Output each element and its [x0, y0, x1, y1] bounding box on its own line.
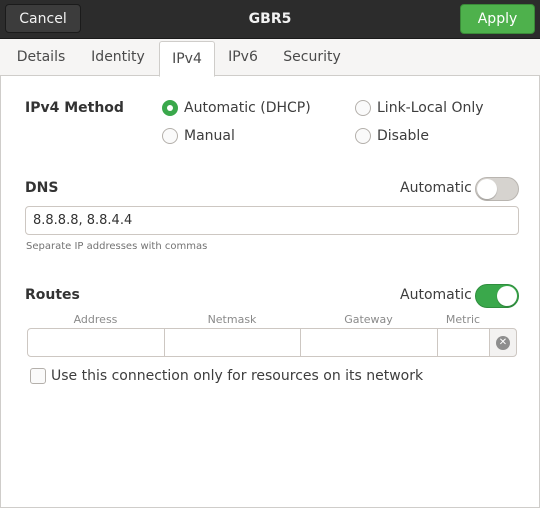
dns-automatic-label: Automatic [400, 180, 472, 196]
tab-bar: Details Identity IPv4 IPv6 Security [0, 39, 540, 77]
route-delete-button[interactable]: ✕ [489, 328, 517, 357]
routes-automatic-switch[interactable] [475, 284, 519, 308]
radio-disable[interactable]: Disable [355, 128, 429, 144]
tab-security[interactable]: Security [276, 39, 348, 75]
tab-ipv6[interactable]: IPv6 [220, 39, 266, 75]
dns-hint: Separate IP addresses with commas [26, 241, 208, 252]
column-header-metric: Metric [445, 313, 481, 326]
column-header-gateway: Gateway [344, 313, 393, 326]
column-header-address: Address [73, 313, 118, 326]
tab-details[interactable]: Details [8, 39, 74, 75]
radio-off-icon [355, 128, 371, 144]
tab-ipv4[interactable]: IPv4 [159, 41, 215, 77]
dns-automatic-switch[interactable] [475, 177, 519, 201]
radio-automatic-dhcp[interactable]: Automatic (DHCP) [162, 100, 311, 116]
route-gateway-input[interactable] [300, 328, 438, 357]
clear-circle-icon: ✕ [496, 335, 510, 350]
radio-off-icon [162, 128, 178, 144]
dns-label: DNS [25, 180, 59, 196]
switch-knob [477, 179, 497, 199]
radio-on-icon [162, 100, 178, 116]
radio-link-local-only-label: Link-Local Only [377, 100, 484, 116]
route-address-input[interactable] [27, 328, 165, 357]
radio-off-icon [355, 100, 371, 116]
apply-button[interactable]: Apply [460, 4, 535, 34]
ipv4-method-label: IPv4 Method [25, 100, 124, 116]
routes-automatic-label: Automatic [400, 287, 472, 303]
dns-input[interactable]: 8.8.8.8, 8.8.4.4 [25, 206, 519, 235]
column-header-netmask: Netmask [207, 313, 257, 326]
radio-automatic-dhcp-label: Automatic (DHCP) [184, 100, 311, 116]
routes-label: Routes [25, 287, 80, 303]
window-title: GBR5 [248, 11, 292, 27]
radio-disable-label: Disable [377, 128, 429, 144]
tab-identity[interactable]: Identity [82, 39, 154, 75]
only-resources-label: Use this connection only for resources o… [51, 368, 424, 384]
radio-manual[interactable]: Manual [162, 128, 235, 144]
only-resources-checkbox[interactable] [30, 368, 46, 384]
route-metric-input[interactable] [437, 328, 490, 357]
switch-knob [497, 286, 517, 306]
route-netmask-input[interactable] [164, 328, 301, 357]
radio-manual-label: Manual [184, 128, 235, 144]
radio-link-local-only[interactable]: Link-Local Only [355, 100, 484, 116]
cancel-button[interactable]: Cancel [5, 4, 81, 33]
header-bar: GBR5 Cancel Apply [0, 0, 540, 39]
